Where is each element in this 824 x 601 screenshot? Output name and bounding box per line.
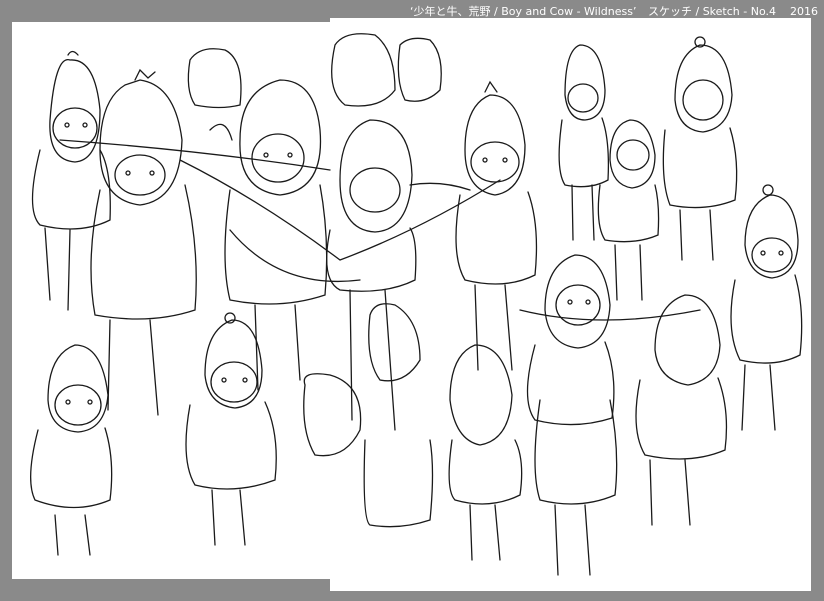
figure-5	[409, 80, 538, 371]
figure-3	[209, 79, 328, 391]
figure-12	[448, 344, 523, 561]
figure-4	[326, 119, 417, 431]
sketch-drawing	[30, 33, 803, 576]
figure-8	[662, 36, 738, 261]
figure-13	[526, 254, 618, 576]
sketch-number: スケッチ / Sketch - No.4	[648, 5, 776, 18]
figure-9	[730, 184, 803, 431]
figure-11	[185, 312, 277, 546]
figure-1	[31, 50, 111, 311]
artwork-title: ‘少年と牛、荒野 / Boy and Cow - Wildness’	[410, 5, 637, 18]
figure-14	[635, 294, 728, 526]
artwork-year: 2016	[790, 5, 818, 18]
figure-10	[30, 344, 113, 556]
figure-6	[558, 44, 610, 241]
